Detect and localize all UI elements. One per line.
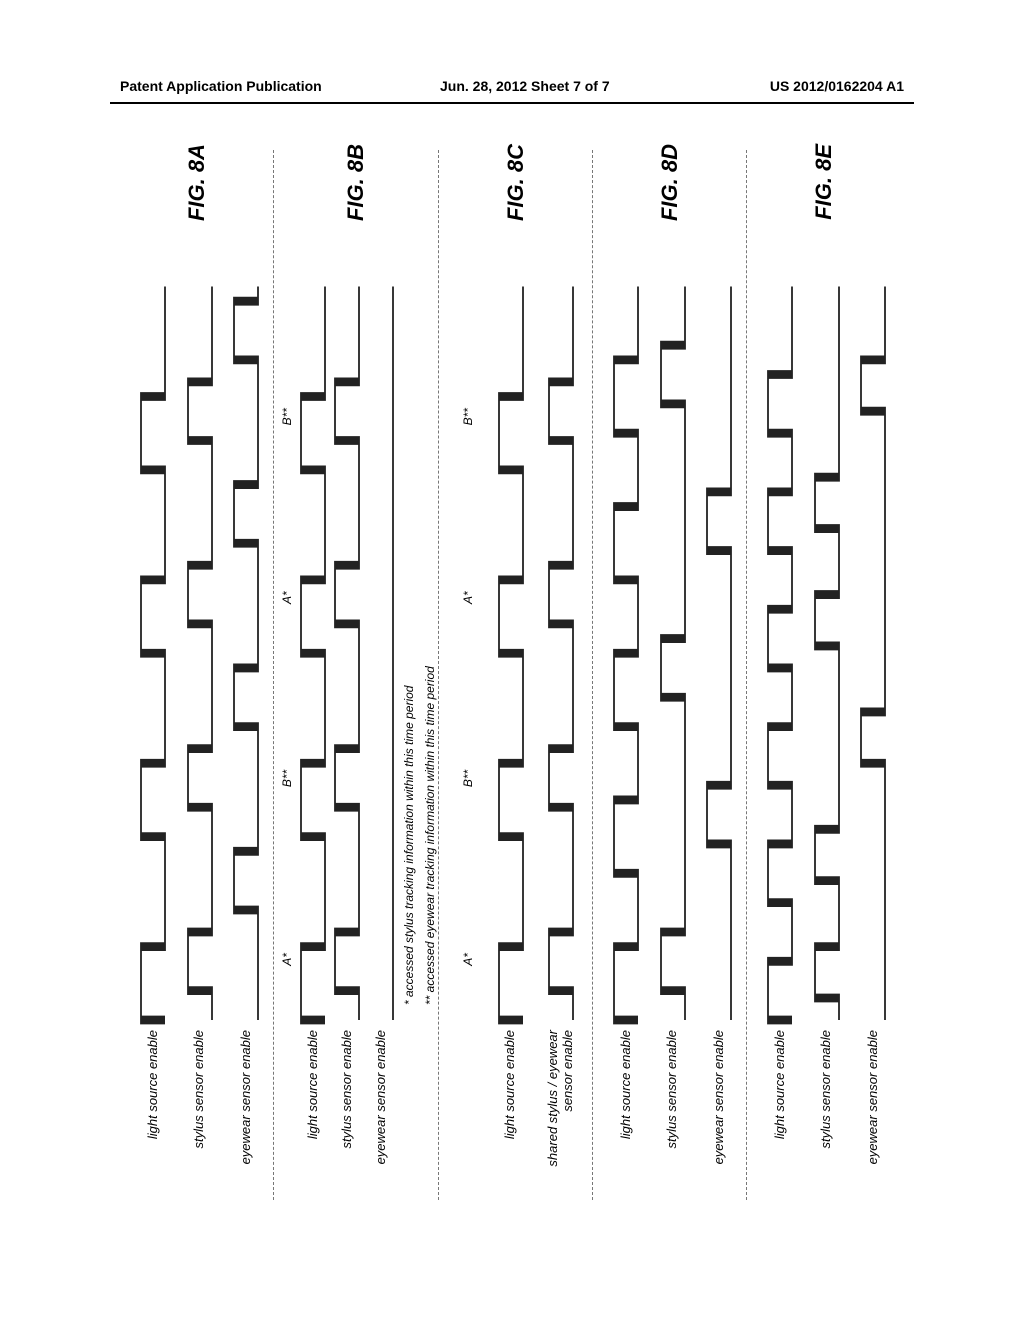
signal-waveform <box>332 287 362 1021</box>
header-rule <box>110 102 914 104</box>
signal-row: light source enable <box>138 287 168 1201</box>
signal-label: light source enable <box>306 1020 320 1200</box>
figure-panel-8A: FIG. 8Alight source enablestylus sensor … <box>120 150 273 1200</box>
signal-row: light source enable <box>611 287 641 1201</box>
legend-note: ** accessed eyewear tracking information… <box>423 287 438 1006</box>
annotation-row: A* B** A* B** <box>461 287 475 1011</box>
signal-row: stylus sensor enable <box>332 287 362 1201</box>
signal-row: light source enable <box>298 287 328 1201</box>
figure-panel-8B: FIG. 8BA*B**A*B**light source enablestyl… <box>273 150 438 1200</box>
figure-label: FIG. 8C <box>503 144 529 221</box>
signal-row: eyewear sensor enable <box>366 287 396 1201</box>
drawing-sheet: FIG. 8Alight source enablestylus sensor … <box>120 150 900 1200</box>
rotated-figure-block: FIG. 8Alight source enablestylus sensor … <box>120 150 900 1200</box>
signal-rows: light source enable stylus sensor enable e… <box>599 287 746 1201</box>
signal-row: stylus sensor enable <box>812 287 842 1201</box>
signal-label: light source enable <box>146 1020 160 1200</box>
signal-rows: A* B** A* B** light source enable shared styl… <box>445 287 592 1201</box>
signal-waveform <box>231 287 261 1021</box>
signal-label: stylus sensor enable <box>192 1020 206 1200</box>
signal-label: light source enable <box>619 1020 633 1200</box>
figure-label: FIG. 8E <box>811 144 837 220</box>
signal-row: eyewear sensor enable <box>704 287 734 1201</box>
signal-waveform <box>138 287 168 1021</box>
figure-label: FIG. 8B <box>343 144 369 221</box>
signal-waveform <box>496 287 526 1021</box>
signal-label: stylus sensor enable <box>340 1020 354 1200</box>
annotation: B** <box>461 408 475 425</box>
signal-waveform <box>704 287 734 1021</box>
signal-rows: light source enable stylus sensor enable e… <box>753 287 900 1201</box>
annotation: B** <box>280 408 294 425</box>
signal-row: shared stylus / eyewear sensor enable <box>546 287 576 1201</box>
figure-panels: FIG. 8Alight source enablestylus sensor … <box>120 150 900 1200</box>
signal-waveform <box>765 287 795 1021</box>
signal-waveform <box>611 287 641 1021</box>
annotation: B** <box>461 770 475 787</box>
annotation-row: A* B** A* B** <box>280 287 294 1011</box>
signal-rows: A* B** A* B** light source enable stylus sens… <box>280 287 438 1201</box>
signal-row: stylus sensor enable <box>185 287 215 1201</box>
annotation: A* <box>280 953 294 966</box>
signal-label: light source enable <box>773 1020 787 1200</box>
date-page-label: Jun. 28, 2012 Sheet 7 of 7 <box>440 78 610 94</box>
signal-row: stylus sensor enable <box>658 287 688 1201</box>
signal-waveform <box>298 287 328 1021</box>
signal-label: shared stylus / eyewear sensor enable <box>546 1020 575 1200</box>
signal-label: eyewear sensor enable <box>374 1020 388 1200</box>
figure-panel-8D: FIG. 8Dlight source enablestylus sensor … <box>592 150 746 1200</box>
signal-waveform <box>812 287 842 1021</box>
annotation: B** <box>280 770 294 787</box>
annotation: A* <box>280 591 294 604</box>
signal-rows: light source enable stylus sensor enable e… <box>126 287 273 1201</box>
signal-row: eyewear sensor enable <box>858 287 888 1201</box>
figure-panel-8C: FIG. 8CA*B**A*B**light source enableshar… <box>438 150 592 1200</box>
signal-label: stylus sensor enable <box>665 1020 679 1200</box>
annotation: A* <box>461 953 475 966</box>
figure-label: FIG. 8A <box>184 144 210 221</box>
annotation: A* <box>461 591 475 604</box>
legend-note: * accessed stylus tracking information w… <box>402 287 417 1006</box>
figure-panel-8E: FIG. 8Elight source enablestylus sensor … <box>746 150 900 1200</box>
signal-label: eyewear sensor enable <box>712 1020 726 1200</box>
signal-waveform <box>185 287 215 1021</box>
signal-label: eyewear sensor enable <box>866 1020 880 1200</box>
signal-row: light source enable <box>765 287 795 1201</box>
signal-waveform <box>366 287 396 1021</box>
signal-waveform <box>858 287 888 1021</box>
publication-label: Patent Application Publication <box>120 78 322 94</box>
signal-label: eyewear sensor enable <box>239 1020 253 1200</box>
doc-id-label: US 2012/0162204 A1 <box>770 78 904 94</box>
signal-label: stylus sensor enable <box>819 1020 833 1200</box>
signal-waveform <box>658 287 688 1021</box>
figure-label: FIG. 8D <box>657 144 683 221</box>
signal-row: light source enable <box>496 287 526 1201</box>
signal-label: light source enable <box>503 1020 517 1200</box>
signal-row: eyewear sensor enable <box>231 287 261 1201</box>
signal-waveform <box>546 287 576 1021</box>
